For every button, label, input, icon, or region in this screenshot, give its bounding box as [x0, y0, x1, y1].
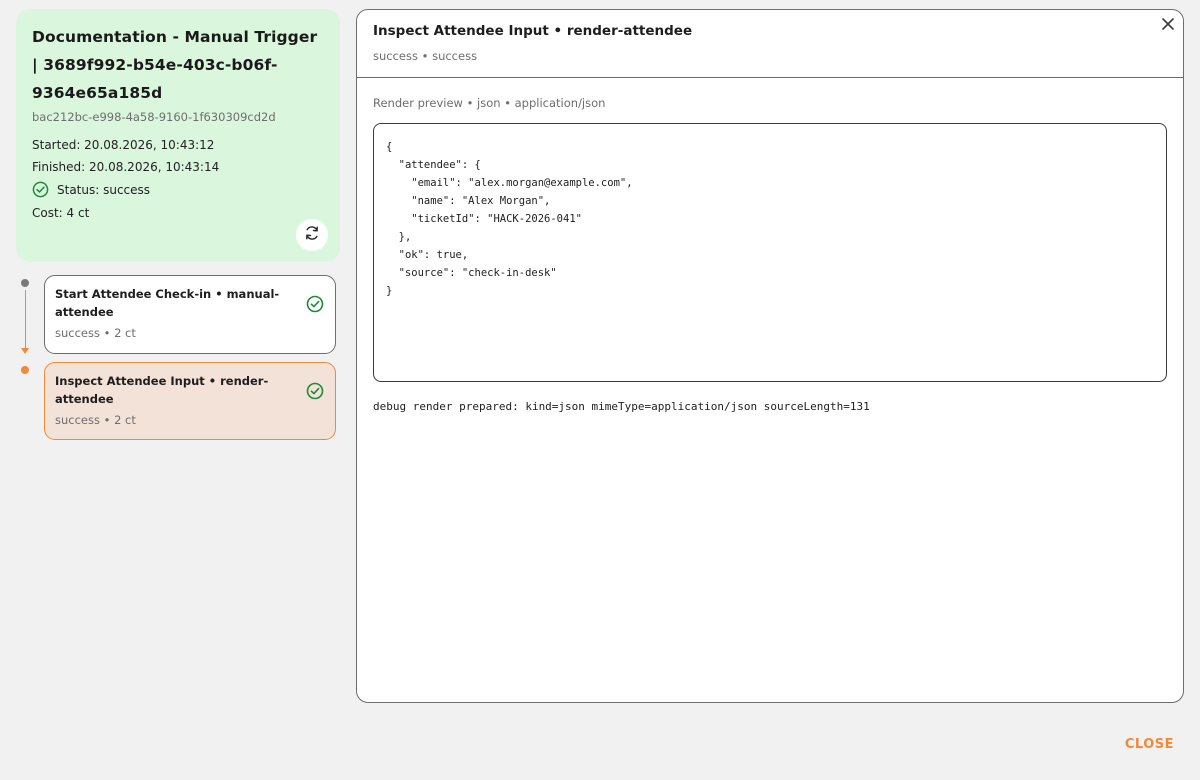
- render-preview-label: Render preview • json • application/json: [373, 96, 606, 110]
- panel-subtitle: success • success: [373, 49, 478, 63]
- json-preview: { "attendee": { "email": "alex.morgan@ex…: [373, 123, 1167, 382]
- run-finished: Finished: 20.08.2026, 10:43:14: [32, 160, 220, 174]
- close-button[interactable]: CLOSE: [1125, 737, 1174, 752]
- run-summary-card: Documentation - Manual Trigger | 3689f99…: [16, 9, 340, 262]
- timeline-dot-step-1: [21, 279, 29, 287]
- panel-title: Inspect Attendee Input • render-attendee: [373, 23, 693, 39]
- panel-header: Inspect Attendee Input • render-attendee…: [357, 10, 1183, 78]
- step-item-inspect-attendee-input[interactable]: Inspect Attendee Input • render-attendee…: [44, 362, 336, 440]
- step-item-start-attendee-check-in[interactable]: Start Attendee Check-in • manual-attende…: [44, 275, 336, 354]
- close-icon[interactable]: [1159, 15, 1177, 33]
- json-preview-code: { "attendee": { "email": "alex.morgan@ex…: [386, 141, 633, 297]
- refresh-icon: [303, 224, 321, 246]
- step-status: success • 2 ct: [55, 413, 136, 427]
- run-title: Documentation - Manual Trigger | 3689f99…: [32, 28, 318, 102]
- step-title: Inspect Attendee Input • render-attendee: [55, 374, 269, 406]
- timeline-dot-step-2: [21, 366, 29, 374]
- run-started: Started: 20.08.2026, 10:43:12: [32, 138, 215, 152]
- check-circle-icon: [32, 181, 49, 198]
- step-status: success • 2 ct: [55, 326, 136, 340]
- check-circle-icon: [306, 295, 324, 317]
- timeline-connector: [24, 290, 26, 350]
- run-id: bac212bc-e998-4a58-9160-1f630309cd2d: [32, 110, 276, 124]
- run-status-label: Status: success: [57, 182, 151, 197]
- step-detail-panel: Inspect Attendee Input • render-attendee…: [356, 9, 1184, 703]
- run-cost: Cost: 4 ct: [32, 206, 90, 220]
- check-circle-icon: [306, 382, 324, 404]
- step-title: Start Attendee Check-in • manual-attende…: [55, 287, 280, 319]
- debug-output: debug render prepared: kind=json mimeTyp…: [373, 400, 870, 413]
- run-status: Status: success: [32, 181, 324, 198]
- timeline-arrow-icon: [21, 348, 29, 354]
- refresh-button[interactable]: [296, 219, 328, 251]
